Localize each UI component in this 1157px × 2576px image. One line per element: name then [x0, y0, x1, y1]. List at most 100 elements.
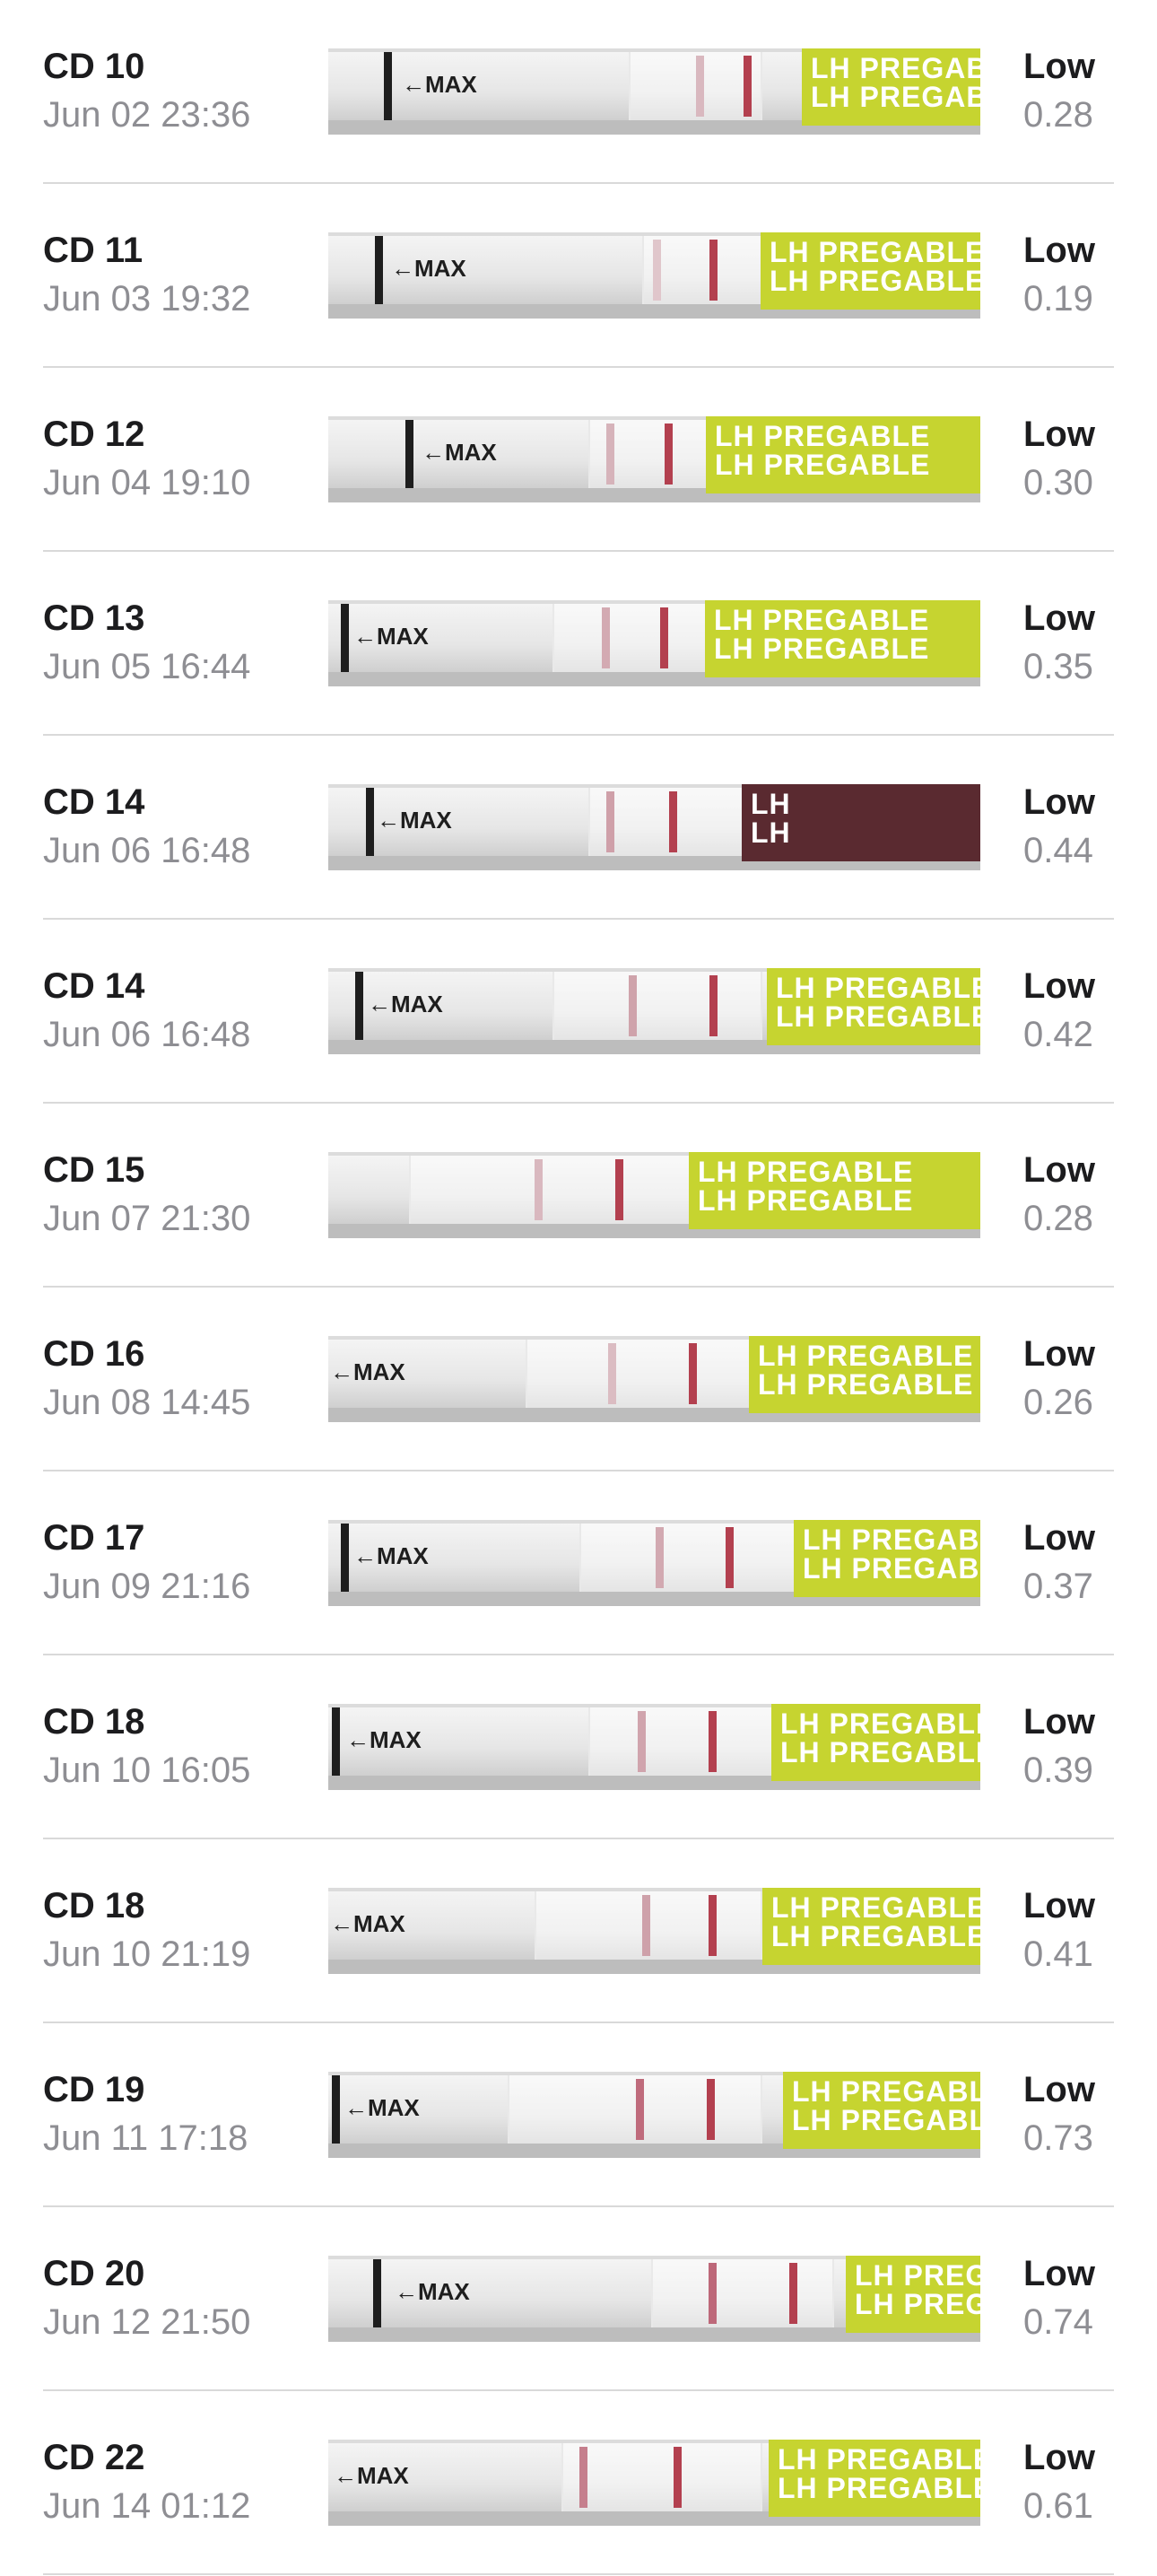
lh-level-label: Low: [1023, 598, 1095, 638]
test-strip-photo[interactable]: ←MAX LH PREGABLELH PREGABLE: [328, 1704, 980, 1790]
result-window: [651, 2259, 834, 2327]
test-row[interactable]: CD 14 Jun 06 16:48 ←MAX LH PREGABLE LH PREGA…: [0, 920, 1157, 1104]
test-strip-photo[interactable]: ←MAX LH LH: [328, 784, 980, 870]
strip-handle-mark: [332, 1707, 340, 1776]
brand-text: LH PREGABLE: [771, 1891, 980, 1924]
test-row[interactable]: CD 16 Jun 08 14:45 ←MAX LH PREGABLE LH PREGA…: [0, 1288, 1157, 1471]
test-timestamp: Jun 10 21:19: [43, 1934, 251, 1974]
brand-text: LH PREGABLE: [855, 2288, 980, 2320]
control-line: [707, 2079, 715, 2140]
test-strip-photo[interactable]: ←MAX LH PREGABLELH PREGABLE: [328, 416, 980, 502]
lh-level-label: Low: [1023, 47, 1095, 86]
result-window: [588, 1707, 780, 1776]
control-line: [789, 2263, 797, 2324]
test-line: [629, 975, 637, 1036]
brand-text: LH PREGABLE: [803, 1552, 980, 1585]
cycle-day-label: CD 16: [43, 1334, 145, 1374]
test-history-list: CD 10Jun 02 23:36←MAXLH PREGABLELH PREGA…: [0, 0, 1157, 2575]
test-strip-photo[interactable]: ←MAX LH PREGABLELH PREGABLE: [328, 2256, 980, 2342]
test-strip-photo[interactable]: ←MAX LH PREGABLELH PREGABLE: [328, 232, 980, 319]
lh-level-label: Low: [1023, 1886, 1095, 1925]
test-line: [535, 1159, 543, 1220]
test-row[interactable]: CD 13 Jun 05 16:44 ←MAX LH PREGABLE LH PREGA…: [0, 552, 1157, 736]
max-dip-label: ←MAX: [353, 1542, 429, 1569]
test-timestamp: Jun 06 16:48: [43, 1015, 251, 1054]
brand-text: LH PREGABLE: [776, 1000, 980, 1033]
control-line: [665, 424, 673, 485]
brand-label-area: LH PREGABLELH PREGABLE: [771, 1704, 980, 1781]
test-timestamp: Jun 11 17:18: [43, 2118, 248, 2158]
result-window: [561, 2443, 762, 2511]
test-line: [709, 2263, 717, 2324]
brand-text: LH PREGABLE: [780, 1707, 980, 1740]
brand-text: LH PREGABLE: [780, 1736, 980, 1768]
test-strip-photo[interactable]: ←MAX LH PREGABLELH PREGABLE: [328, 1336, 980, 1422]
test-line: [656, 1527, 664, 1588]
brand-label-area: LH PREGABLELH PREGABLE: [749, 1336, 980, 1413]
strip-handle-mark: [332, 2075, 340, 2144]
test-strip-photo[interactable]: ←MAX LH PREGABLELH PREGABLE: [328, 48, 980, 135]
test-strip-photo[interactable]: ←MAX LH PREGABLELH PREGABLE: [328, 2440, 980, 2526]
cycle-day-label: CD 18: [43, 1702, 145, 1742]
test-line: [602, 607, 610, 668]
test-timestamp: Jun 04 19:10: [43, 463, 251, 502]
test-row[interactable]: CD 14 Jun 06 16:48 ←MAX LH LH Low 0.44: [0, 736, 1157, 920]
cycle-day-label: CD 12: [43, 415, 145, 454]
test-row[interactable]: CD 11 Jun 03 19:32 ←MAX LH PREGABLE LH PREGA…: [0, 184, 1157, 368]
lh-ratio-value: 0.41: [1023, 1934, 1093, 1974]
lh-level-label: Low: [1023, 1702, 1095, 1742]
brand-text: LH PREGABLE: [855, 2259, 980, 2292]
brand-label-area: LH LH: [742, 784, 980, 861]
test-strip-photo[interactable]: ←MAX LH PREGABLELH PREGABLE: [328, 2072, 980, 2158]
brand-label-area: LH PREGABLELH PREGABLE: [783, 2072, 980, 2149]
control-line: [726, 1527, 734, 1588]
test-row[interactable]: CD 18 Jun 10 16:05 ←MAX LH PREGABLE LH PREGA…: [0, 1655, 1157, 1839]
test-timestamp: Jun 02 23:36: [43, 95, 251, 135]
max-dip-label: ←MAX: [402, 71, 477, 98]
result-window: [552, 604, 718, 672]
test-timestamp: Jun 03 19:32: [43, 279, 251, 319]
brand-text: LH PREGABLE: [715, 420, 931, 452]
test-line: [606, 791, 614, 852]
test-timestamp: Jun 09 21:16: [43, 1567, 251, 1606]
test-line: [653, 240, 661, 301]
brand-label-area: LH PREGABLELH PREGABLE: [794, 1520, 980, 1597]
lh-ratio-value: 0.30: [1023, 463, 1093, 502]
test-strip-photo[interactable]: ←MAX LH PREGABLELH PREGABLE: [328, 1520, 980, 1606]
lh-level-label: Low: [1023, 2070, 1095, 2109]
lh-ratio-value: 0.35: [1023, 647, 1093, 686]
test-row[interactable]: CD 10 Jun 02 23:36 ←MAX LH PREGABLELH PREGA…: [0, 0, 1157, 184]
test-row[interactable]: CD 12 Jun 04 19:10 ←MAX LH PREGABLE LH PREGA…: [0, 368, 1157, 552]
control-line: [689, 1343, 697, 1404]
lh-level-label: Low: [1023, 2438, 1095, 2477]
test-line: [696, 56, 704, 117]
test-row[interactable]: CD 17 Jun 09 21:16 ←MAX LH PREGABLELH PREGA…: [0, 1471, 1157, 1655]
test-row[interactable]: CD 19 Jun 11 17:18 ←MAX LH PREGABLELH PREGA…: [0, 2023, 1157, 2207]
test-timestamp: Jun 05 16:44: [43, 647, 251, 686]
result-window: [508, 2075, 762, 2144]
brand-text: LH PREGABLE: [778, 2443, 980, 2476]
test-strip-photo[interactable]: ←MAX LH PREGABLELH PREGABLE: [328, 1888, 980, 1974]
cycle-day-label: CD 20: [43, 2254, 145, 2293]
brand-label-area: LH PREGABLELH PREGABLE: [846, 2256, 980, 2333]
test-row[interactable]: CD 18 Jun 10 21:19 ←MAX LH PREGABLE LH PREGA…: [0, 1839, 1157, 2023]
test-timestamp: Jun 08 14:45: [43, 1383, 251, 1422]
test-row[interactable]: CD 20 Jun 12 21:50 ←MAX LH PREGABLELH PREGA…: [0, 2207, 1157, 2391]
test-line: [606, 424, 614, 485]
test-line: [638, 1711, 646, 1772]
test-strip-photo[interactable]: ←MAX LH PREGABLELH PREGABLE: [328, 968, 980, 1054]
lh-ratio-value: 0.44: [1023, 831, 1093, 870]
max-dip-label: ←MAX: [377, 807, 452, 834]
max-dip-label: ←MAX: [368, 991, 443, 1017]
test-strip-photo[interactable]: ←MAX LH PREGABLELH PREGABLE: [328, 600, 980, 686]
lh-level-label: Low: [1023, 782, 1095, 822]
test-row[interactable]: CD 22 Jun 14 01:12 ←MAX LH PREGABLE LH PREGA…: [0, 2391, 1157, 2575]
test-timestamp: Jun 10 16:05: [43, 1751, 251, 1790]
brand-text: LH PREGABLE: [778, 2472, 980, 2504]
test-strip-photo[interactable]: LH PREGABLE LH PREGABLE: [328, 1152, 980, 1238]
control-line: [709, 1895, 717, 1956]
brand-text: LH PREGABLE: [758, 1340, 974, 1372]
lh-ratio-value: 0.19: [1023, 279, 1093, 319]
control-line: [669, 791, 677, 852]
test-row[interactable]: CD 15 Jun 07 21:30 LH PREGABLE LH PREGABLE L…: [0, 1104, 1157, 1288]
